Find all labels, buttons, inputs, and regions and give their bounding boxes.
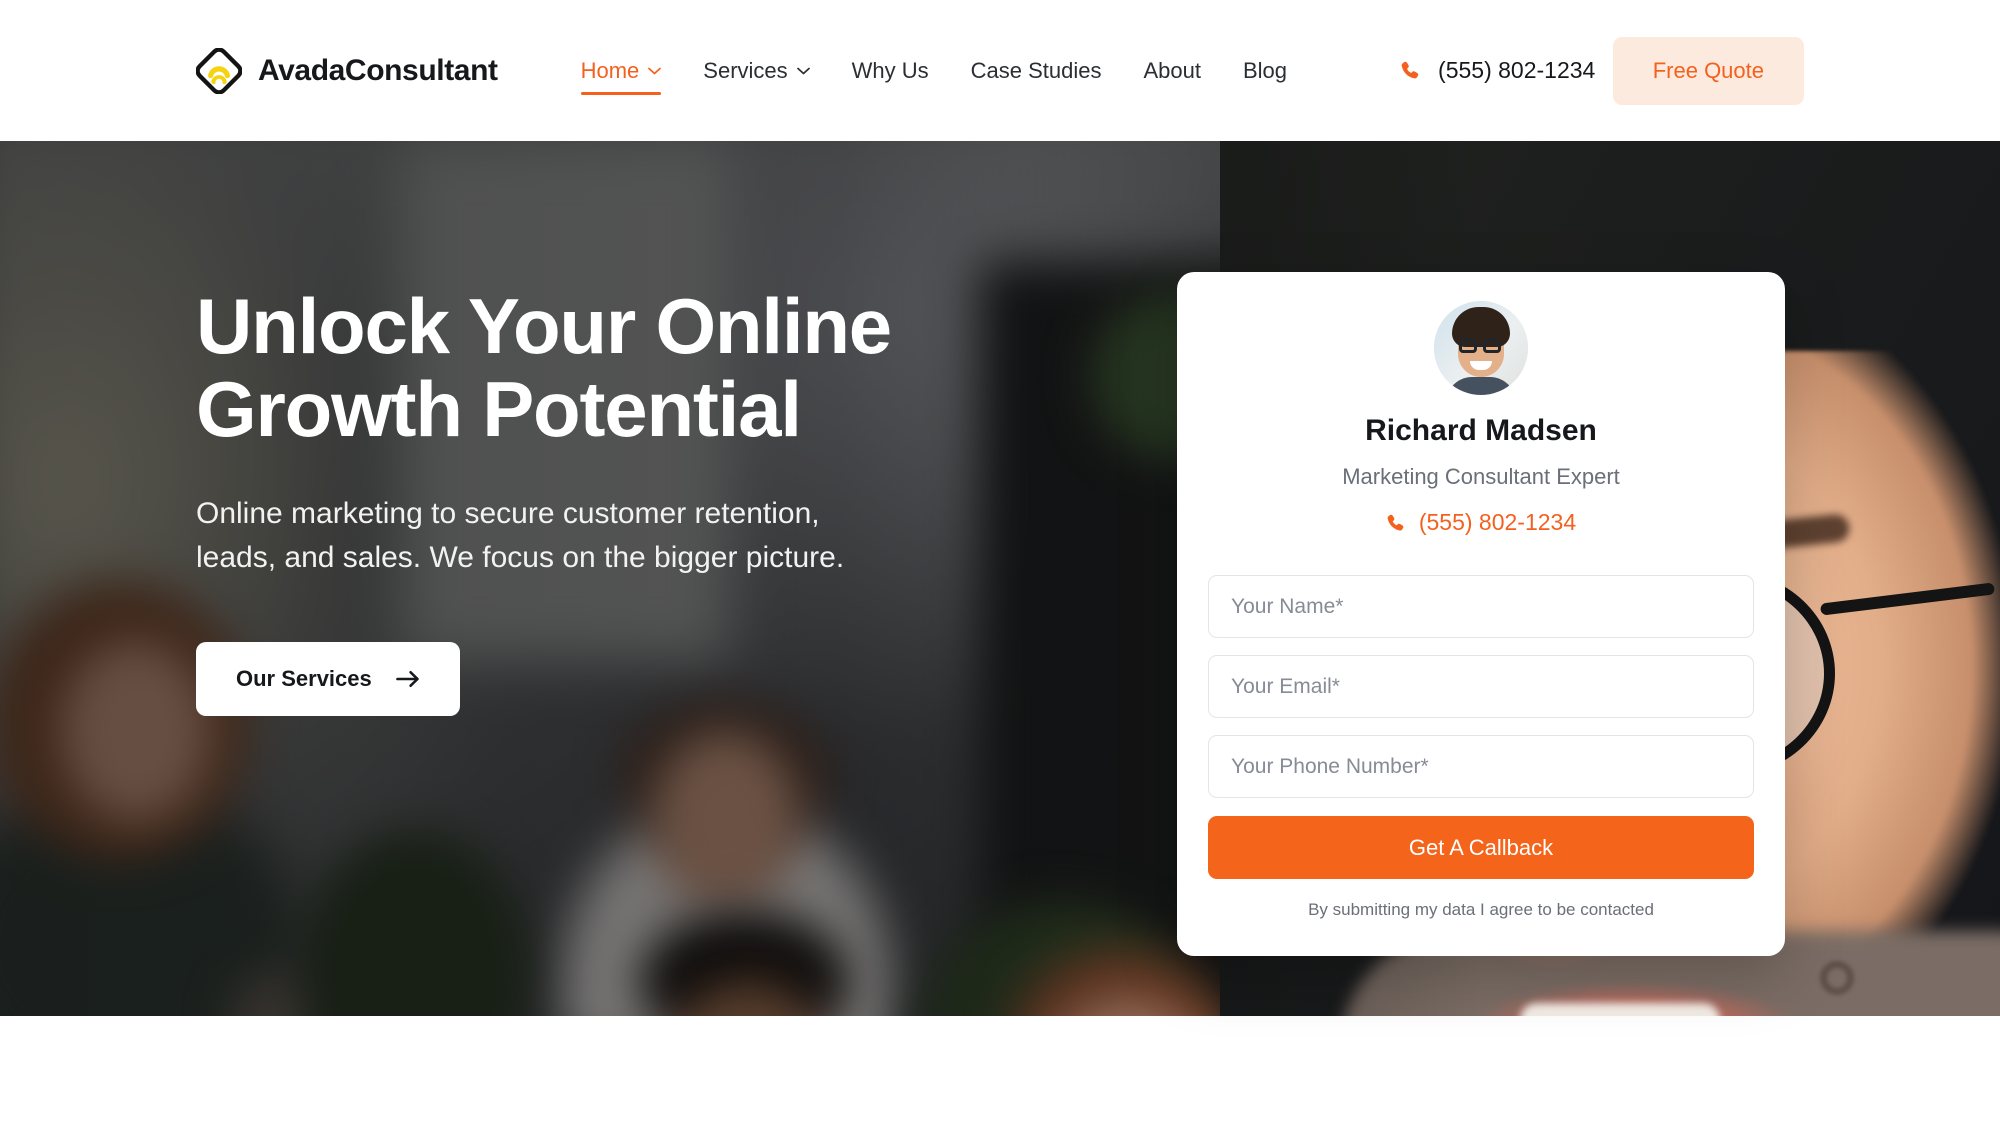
hero-title-line-2: Growth Potential [196, 364, 802, 453]
nav-item-label: About [1143, 57, 1202, 83]
card-phone-number: (555) 802-1234 [1418, 509, 1577, 535]
nav-active-underline [580, 91, 662, 95]
nav-item-label: Blog [1243, 57, 1288, 83]
our-services-button[interactable]: Our Services [196, 641, 460, 716]
brand-name: AvadaConsultant [258, 53, 498, 87]
hero-title-line-1: Unlock Your Online [196, 282, 892, 370]
hero-subtitle-line-2: leads, and sales. We focus on the bigger… [196, 540, 845, 574]
nav-item-label: Why Us [851, 57, 929, 83]
nav-item-case-studies[interactable]: Case Studies [950, 41, 1123, 101]
phone-icon [1387, 514, 1404, 531]
chevron-down-icon [796, 67, 810, 74]
nav-item-blog[interactable]: Blog [1222, 41, 1308, 101]
avada-diamond-logo-icon [196, 47, 242, 94]
our-services-label: Our Services [236, 665, 372, 691]
nav-item-home[interactable]: Home [560, 41, 683, 101]
consultant-role: Marketing Consultant Expert [1342, 464, 1620, 489]
hero-content: Unlock Your Online Growth Potential Onli… [196, 285, 1196, 716]
free-quote-button[interactable]: Free Quote [1612, 36, 1804, 105]
brand-logo[interactable]: AvadaConsultant [196, 47, 498, 94]
main-navigation: Home Services Why Us Case Studies About … [560, 41, 1308, 101]
header-phone-link[interactable]: (555) 802-1234 [1400, 57, 1595, 84]
phone-input[interactable] [1208, 735, 1754, 798]
email-input[interactable] [1208, 655, 1754, 718]
phone-icon [1401, 61, 1419, 79]
hero-subtitle-line-1: Online marketing to secure customer rete… [196, 497, 820, 531]
nav-item-services[interactable]: Services [682, 41, 830, 101]
avatar-glasses-bridge [1477, 344, 1483, 347]
arrow-right-icon [395, 670, 419, 687]
nav-item-label: Case Studies [970, 57, 1102, 83]
consultant-name: Richard Madsen [1365, 414, 1597, 447]
avatar-glasses-right [1483, 339, 1501, 353]
hero-title: Unlock Your Online Growth Potential [196, 285, 1196, 450]
get-a-callback-button[interactable]: Get A Callback [1208, 816, 1754, 879]
submission-disclaimer: By submitting my data I agree to be cont… [1308, 900, 1654, 919]
landing-page: AvadaConsultant Home Services Why Us Cas… [0, 0, 2000, 1124]
nav-item-label: Home [580, 57, 640, 83]
avatar-glasses-left [1459, 339, 1477, 353]
site-header: AvadaConsultant Home Services Why Us Cas… [0, 0, 2000, 141]
callback-contact-card: Richard Madsen Marketing Consultant Expe… [1177, 272, 1785, 956]
hero-subtitle: Online marketing to secure customer rete… [196, 492, 1026, 578]
nav-item-why-us[interactable]: Why Us [831, 41, 950, 101]
card-phone-link[interactable]: (555) 802-1234 [1208, 509, 1754, 536]
nav-item-label: Services [703, 57, 788, 83]
consultant-avatar [1434, 301, 1528, 395]
nav-item-about[interactable]: About [1123, 41, 1223, 101]
name-input[interactable] [1208, 575, 1754, 638]
header-phone-number: (555) 802-1234 [1438, 57, 1596, 83]
chevron-down-icon [648, 67, 662, 74]
